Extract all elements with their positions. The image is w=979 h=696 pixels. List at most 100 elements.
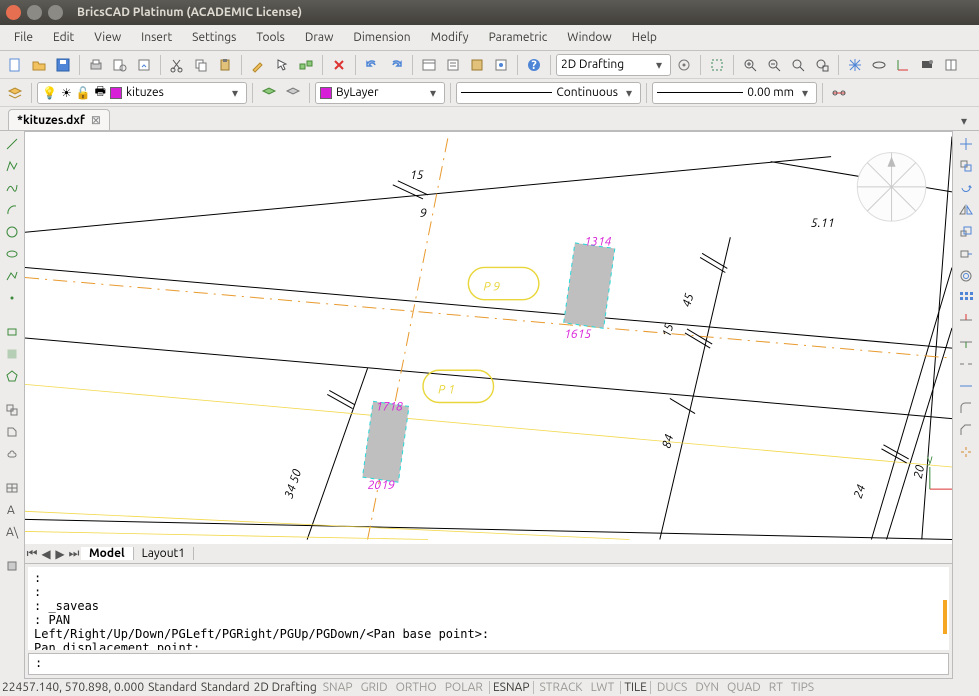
region-icon[interactable] — [3, 401, 21, 419]
new-file-icon[interactable] — [4, 54, 26, 76]
extend-icon[interactable] — [957, 333, 975, 351]
boundary-icon[interactable] — [3, 423, 21, 441]
circle-icon[interactable] — [3, 223, 21, 241]
options-icon[interactable] — [490, 54, 512, 76]
select-icon[interactable] — [271, 54, 293, 76]
layer-iso-icon[interactable] — [282, 82, 304, 104]
join-icon[interactable] — [957, 377, 975, 395]
document-tab[interactable]: *kituzes.dxf ⊠ — [8, 109, 110, 130]
tab-layout1[interactable]: Layout1 — [134, 547, 194, 560]
cut-icon[interactable] — [166, 54, 188, 76]
polygon-icon[interactable] — [3, 367, 21, 385]
status-std2[interactable]: Standard — [201, 681, 250, 694]
zoom-out-icon[interactable] — [763, 54, 785, 76]
polyline-icon[interactable] — [3, 157, 21, 175]
menu-settings[interactable]: Settings — [182, 27, 246, 48]
sheet-set-icon[interactable] — [466, 54, 488, 76]
break-icon[interactable] — [957, 355, 975, 373]
menu-file[interactable]: File — [4, 27, 43, 48]
undo-icon[interactable] — [361, 54, 383, 76]
line-icon[interactable] — [3, 135, 21, 153]
select-similar-icon[interactable] — [295, 54, 317, 76]
offset-icon[interactable] — [957, 267, 975, 285]
tab-nav-prev[interactable]: ◀ — [39, 547, 53, 561]
table-icon[interactable] — [3, 479, 21, 497]
render-icon[interactable] — [916, 54, 938, 76]
revision-cloud-icon[interactable] — [3, 445, 21, 463]
copy-entity-icon[interactable] — [957, 157, 975, 175]
print-icon[interactable] — [85, 54, 107, 76]
trim-icon[interactable] — [957, 311, 975, 329]
zoom-in-icon[interactable] — [739, 54, 761, 76]
menu-tools[interactable]: Tools — [246, 27, 295, 48]
status-std1[interactable]: Standard — [148, 681, 197, 694]
status-coords[interactable]: 22457.140, 570.898, 0.000 — [2, 681, 144, 694]
explorer-icon[interactable] — [418, 54, 440, 76]
menu-window[interactable]: Window — [557, 27, 621, 48]
workspace-settings-icon[interactable] — [673, 54, 695, 76]
command-input[interactable]: : — [28, 653, 949, 675]
menu-modify[interactable]: Modify — [421, 27, 479, 48]
save-icon[interactable] — [52, 54, 74, 76]
status-toggle-dyn[interactable]: DYN — [693, 681, 721, 694]
rect-icon[interactable] — [3, 323, 21, 341]
pan-icon[interactable] — [844, 54, 866, 76]
tab-nav-last[interactable]: ⏭ — [67, 547, 81, 561]
arc-icon[interactable] — [3, 201, 21, 219]
window-maximize-button[interactable] — [48, 5, 63, 20]
mirror-icon[interactable] — [957, 201, 975, 219]
linetype-combo[interactable]: Continuous ▾ — [456, 82, 641, 104]
spline-icon[interactable] — [3, 179, 21, 197]
dim-link-icon[interactable] — [828, 82, 850, 104]
tab-model[interactable]: Model — [81, 547, 134, 560]
status-toggle-ducs[interactable]: DUCS — [655, 681, 689, 694]
ellipse-icon[interactable] — [3, 245, 21, 263]
menu-insert[interactable]: Insert — [131, 27, 182, 48]
fillet-icon[interactable] — [957, 399, 975, 417]
chamfer-icon[interactable] — [957, 421, 975, 439]
layer-explorer-icon[interactable] — [4, 82, 26, 104]
close-tab-icon[interactable]: ⊠ — [91, 113, 101, 127]
zoom-extents-icon[interactable] — [787, 54, 809, 76]
menu-edit[interactable]: Edit — [43, 27, 84, 48]
status-toggle-tips[interactable]: TIPS — [789, 681, 816, 694]
window-minimize-button[interactable] — [27, 5, 42, 20]
status-toggle-tile[interactable]: TILE — [620, 681, 651, 694]
move-icon[interactable] — [957, 135, 975, 153]
print-preview-icon[interactable] — [109, 54, 131, 76]
status-toggle-snap[interactable]: SNAP — [321, 681, 355, 694]
menu-parametric[interactable]: Parametric — [479, 27, 558, 48]
status-toggle-grid[interactable]: GRID — [359, 681, 390, 694]
menu-help[interactable]: Help — [622, 27, 667, 48]
status-toggle-rt[interactable]: RT — [767, 681, 785, 694]
color-combo[interactable]: ByLayer ▾ — [315, 82, 445, 104]
copy-icon[interactable] — [190, 54, 212, 76]
command-history[interactable]: : : : _saveas : PAN Left/Right/Up/Down/P… — [28, 567, 949, 650]
menu-dimension[interactable]: Dimension — [343, 27, 420, 48]
workspace-combo[interactable]: 2D Drafting ▾ — [556, 54, 671, 76]
paste-icon[interactable] — [214, 54, 236, 76]
status-toggle-esnap[interactable]: ESNAP — [489, 681, 534, 694]
rotate-icon[interactable] — [957, 179, 975, 197]
tab-nav-next[interactable]: ▶ — [53, 547, 67, 561]
match-prop-icon[interactable] — [247, 54, 269, 76]
lineweight-combo[interactable]: 0.00 mm ▾ — [652, 82, 817, 104]
zoom-window-icon[interactable] — [811, 54, 833, 76]
publish-icon[interactable] — [133, 54, 155, 76]
window-close-button[interactable] — [6, 5, 21, 20]
menu-view[interactable]: View — [84, 27, 131, 48]
mtext-icon[interactable]: A\ — [3, 523, 21, 541]
stretch-icon[interactable] — [957, 245, 975, 263]
layer-combo[interactable]: 💡 ☀ 🔓 🖶 kituzes ▾ — [37, 82, 247, 104]
regen-icon[interactable] — [868, 54, 890, 76]
status-toggle-lwt[interactable]: LWT — [589, 681, 617, 694]
block-icon[interactable] — [3, 557, 21, 575]
polyline3d-icon[interactable] — [3, 267, 21, 285]
explode-icon[interactable] — [957, 443, 975, 461]
lookfrom-widget[interactable] — [857, 153, 926, 222]
properties-icon[interactable] — [442, 54, 464, 76]
hatch-icon[interactable] — [3, 345, 21, 363]
status-toggle-strack[interactable]: STRACK — [538, 681, 585, 694]
redo-icon[interactable] — [385, 54, 407, 76]
ucs-icon[interactable] — [892, 54, 914, 76]
